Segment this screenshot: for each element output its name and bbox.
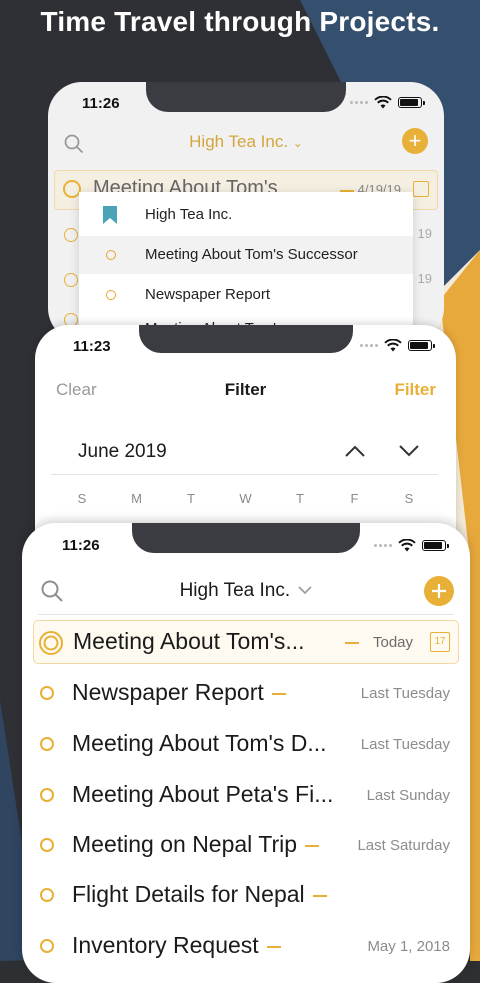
ring-icon (40, 888, 54, 902)
ring-icon (106, 250, 116, 260)
weekday-label: T (187, 491, 195, 506)
ring-icon (40, 686, 54, 700)
signal-icon (350, 101, 368, 104)
battery-icon (422, 540, 449, 551)
divider (51, 474, 438, 475)
task-row[interactable]: Newspaper Report Last Tuesday (22, 668, 470, 718)
ring-icon (39, 631, 63, 655)
task-date: Last Tuesday (360, 685, 450, 702)
wifi-icon (384, 339, 402, 352)
signal-icon (374, 544, 392, 547)
weekday-label: S (404, 491, 414, 506)
month-label: June 2019 (78, 441, 167, 462)
add-button[interactable]: + (402, 128, 428, 154)
status-time: 11:26 (82, 95, 120, 112)
calendar-day: 17 (434, 636, 446, 647)
weekday-header: S M T W T F S (55, 491, 436, 506)
row-date: 19 (417, 271, 432, 286)
calendar-icon[interactable]: 17 (430, 632, 450, 652)
ring-icon (40, 737, 54, 751)
dropdown-item[interactable]: Newspaper Report (79, 276, 413, 314)
add-button[interactable] (424, 576, 454, 606)
dropdown-project-label: High Tea Inc. (145, 206, 233, 223)
task-title: Newspaper Report (72, 679, 264, 705)
ring-icon (40, 838, 54, 852)
weekday-label: T (296, 491, 304, 506)
status-icons (374, 539, 449, 552)
ring-icon (64, 228, 78, 242)
chevron-down-icon[interactable] (398, 444, 420, 458)
status-icons (350, 96, 425, 109)
status-time: 11:26 (62, 537, 100, 554)
filter-button[interactable]: Filter (394, 380, 436, 400)
task-row-selected[interactable]: Meeting About Tom's... Today 17 (33, 620, 459, 664)
wifi-icon (398, 539, 416, 552)
project-dropdown: High Tea Inc. Meeting About Tom's Succes… (79, 192, 413, 337)
ring-icon (64, 273, 78, 287)
project-selector[interactable]: High Tea Inc. ⌄ (48, 132, 444, 152)
dropdown-item-label: Newspaper Report (145, 286, 271, 303)
dash-icon (271, 692, 286, 695)
ring-icon (40, 788, 54, 802)
task-row[interactable]: Flight Details for Nepal (22, 869, 470, 919)
wifi-icon (374, 96, 392, 109)
calendar-icon[interactable] (413, 181, 429, 197)
chevron-down-icon (298, 586, 312, 595)
task-row[interactable]: Meeting About Tom's D... Last Tuesday (22, 718, 470, 768)
dropdown-project-row[interactable]: High Tea Inc. (79, 196, 413, 234)
ring-icon (40, 939, 54, 953)
task-date: Last Tuesday (360, 736, 450, 753)
weekday-label: F (350, 491, 359, 506)
task-title: Meeting on Nepal Trip (72, 831, 298, 857)
task-title: Meeting About Peta's Fi... (72, 781, 334, 807)
task-date: Last Sunday (366, 787, 450, 804)
front-phone: 11:26 High Tea Inc. Meeting About Tom's.… (22, 523, 470, 983)
headline: Time Travel through Projects. (40, 6, 440, 37)
notch (132, 523, 360, 553)
weekday-label: M (131, 491, 142, 506)
task-title: Meeting About Tom's D... (72, 730, 327, 756)
weekday-label: S (77, 491, 87, 506)
battery-icon (408, 340, 435, 351)
divider (38, 614, 454, 615)
task-row[interactable]: Inventory Request May 1, 2018 (22, 920, 470, 970)
task-row[interactable]: Meeting on Nepal Trip Last Saturday (22, 819, 470, 869)
plus-icon (432, 584, 446, 598)
dropdown-item[interactable]: Meeting About Tom's Successor (79, 236, 413, 274)
dash-icon (266, 945, 281, 948)
project-selector[interactable]: High Tea Inc. (22, 580, 470, 602)
task-date: May 1, 2018 (367, 938, 450, 955)
notch (139, 325, 353, 353)
dash-icon (345, 642, 359, 644)
row-date: 19 (417, 226, 432, 241)
signal-icon (360, 344, 378, 347)
project-name: High Tea Inc. (189, 132, 289, 151)
chevron-down-icon: ⌄ (292, 136, 303, 150)
task-row[interactable]: Meeting About Peta's Fi... Last Sunday (22, 768, 470, 818)
battery-icon (398, 97, 425, 108)
task-date: Today (373, 634, 414, 651)
project-name: High Tea Inc. (179, 580, 291, 601)
notch (146, 82, 346, 112)
weekday-label: W (239, 491, 252, 506)
filter-title: Filter (224, 380, 267, 399)
dash-icon (312, 894, 327, 897)
bookmark-icon (103, 206, 117, 224)
task-title: Inventory Request (72, 932, 259, 958)
task-title: Meeting About Tom's... (73, 628, 305, 654)
task-title: Flight Details for Nepal (72, 881, 305, 907)
status-icons (360, 339, 435, 352)
dash-icon (305, 844, 320, 847)
task-date: Last Saturday (357, 837, 450, 854)
dropdown-item-label: Meeting About Tom's Successor (145, 246, 358, 263)
ring-icon (106, 290, 116, 300)
chevron-up-icon[interactable] (344, 444, 366, 458)
status-time: 11:23 (73, 338, 111, 355)
